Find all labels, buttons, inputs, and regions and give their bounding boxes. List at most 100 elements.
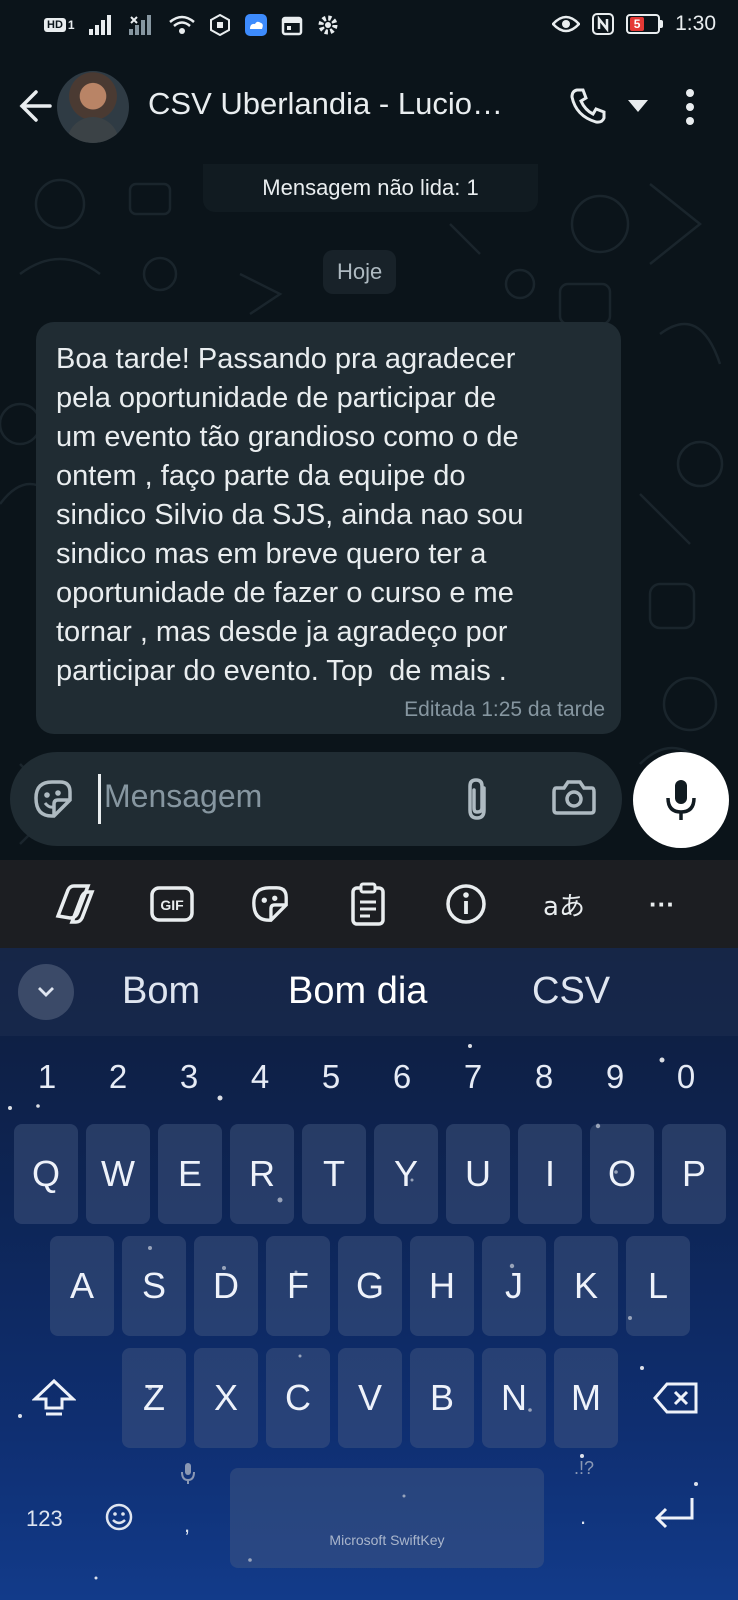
key-m[interactable]: M (554, 1348, 618, 1448)
translate-icon[interactable]: aあ (540, 882, 588, 926)
key-a[interactable]: A (50, 1236, 114, 1336)
phone-icon[interactable] (568, 86, 608, 126)
key-5[interactable]: 5 (311, 1058, 351, 1096)
more-vertical-icon[interactable] (684, 88, 696, 126)
nfc-icon (592, 13, 615, 35)
attach-icon[interactable] (462, 776, 492, 822)
gif-label: GIF (160, 897, 184, 913)
message-bubble[interactable]: Boa tarde! Passando pra agradecer pela o… (36, 322, 621, 734)
message-input-bar[interactable]: Mensagem (10, 752, 622, 846)
chat-header: CSV Uberlandia - Lucio… (0, 52, 738, 164)
key-o[interactable]: O (590, 1124, 654, 1224)
voice-hint-icon (181, 1463, 195, 1484)
key-0[interactable]: 0 (666, 1058, 706, 1096)
text-cursor (98, 774, 101, 824)
key-c[interactable]: C (266, 1348, 330, 1448)
key-z[interactable]: Z (122, 1348, 186, 1448)
key-123[interactable]: 123 (26, 1506, 63, 1532)
key-period[interactable]: . (580, 1504, 586, 1530)
gif-icon[interactable]: GIF (148, 882, 196, 926)
key-comma[interactable]: , (184, 1512, 190, 1538)
shift-icon (32, 1378, 76, 1416)
key-v[interactable]: V (338, 1348, 402, 1448)
suggestion-bar: Bom Bom dia CSV (0, 948, 738, 1036)
key-k[interactable]: K (554, 1236, 618, 1336)
key-p[interactable]: P (662, 1124, 726, 1224)
cloud-icon (244, 14, 267, 36)
key-4[interactable]: 4 (240, 1058, 280, 1096)
key-6[interactable]: 6 (382, 1058, 422, 1096)
more-horizontal-icon[interactable]: ··· (638, 882, 686, 926)
message-meta: Editada 1:25 da tarde (404, 698, 605, 721)
clock: 1:30 (675, 12, 716, 35)
message-text: Boa tarde! Passando pra agradecer pela o… (56, 343, 524, 687)
key-8[interactable]: 8 (524, 1058, 564, 1096)
camera-icon[interactable] (552, 778, 596, 816)
hd-badge: HD 1 (44, 18, 75, 32)
clipboard-icon[interactable] (344, 882, 392, 926)
copilot-icon[interactable] (50, 882, 98, 926)
shield-icon (209, 14, 230, 36)
suggestion-2[interactable]: Bom dia (288, 970, 427, 1013)
shift-key[interactable] (22, 1348, 86, 1448)
status-right: 5 1:30 (552, 12, 716, 36)
battery-icon: 5 (626, 14, 664, 34)
key-7[interactable]: 7 (453, 1058, 493, 1096)
key-s[interactable]: S (122, 1236, 186, 1336)
calendar-icon (281, 16, 302, 36)
date-chip: Hoje (323, 250, 397, 294)
suggestion-3[interactable]: CSV (532, 970, 610, 1013)
key-2[interactable]: 2 (98, 1058, 138, 1096)
key-d[interactable]: D (194, 1236, 258, 1336)
collapse-button[interactable] (18, 964, 74, 1020)
eye-icon (552, 15, 581, 33)
key-n[interactable]: N (482, 1348, 546, 1448)
key-i[interactable]: I (518, 1124, 582, 1224)
backspace-key[interactable] (644, 1348, 708, 1448)
signal-no-service-icon (128, 15, 151, 35)
key-f[interactable]: F (266, 1236, 330, 1336)
keyboard: Bom Bom dia CSV 1 2 3 4 5 6 7 8 9 0 Q W … (0, 948, 738, 1600)
key-r[interactable]: R (230, 1124, 294, 1224)
back-arrow-icon[interactable] (16, 88, 52, 124)
emoji-icon[interactable] (104, 1502, 134, 1532)
status-bar: HD 1 5 1:30 (0, 0, 738, 52)
sticker-icon[interactable] (32, 778, 74, 820)
wifi-icon (168, 15, 195, 34)
key-j[interactable]: J (482, 1236, 546, 1336)
bottom-row: 123 , Microsoft SwiftKey .!? . (0, 1458, 738, 1588)
chevron-down-icon (38, 987, 54, 997)
key-l[interactable]: L (626, 1236, 690, 1336)
key-y[interactable]: Y (374, 1124, 438, 1224)
hd-number: 1 (67, 18, 75, 32)
key-1[interactable]: 1 (27, 1058, 67, 1096)
key-e[interactable]: E (158, 1124, 222, 1224)
chat-title[interactable]: CSV Uberlandia - Lucio… (148, 86, 503, 122)
message-input[interactable]: Mensagem (104, 778, 262, 815)
key-3[interactable]: 3 (169, 1058, 209, 1096)
key-g[interactable]: G (338, 1236, 402, 1336)
more-label: ··· (649, 888, 675, 919)
key-b[interactable]: B (410, 1348, 474, 1448)
key-x[interactable]: X (194, 1348, 258, 1448)
hd-label: HD (44, 18, 66, 32)
unread-banner: Mensagem não lida: 1 (203, 164, 538, 212)
mic-icon (666, 780, 696, 820)
info-icon[interactable] (442, 882, 490, 926)
enter-icon[interactable] (652, 1496, 696, 1530)
key-w[interactable]: W (86, 1124, 150, 1224)
battery-level: 5 (630, 17, 645, 31)
space-key[interactable]: Microsoft SwiftKey (230, 1468, 544, 1568)
caret-down-icon[interactable] (628, 100, 648, 112)
signal-icon (88, 15, 111, 35)
key-9[interactable]: 9 (595, 1058, 635, 1096)
avatar[interactable] (57, 71, 129, 143)
sticker-keyboard-icon[interactable] (246, 882, 294, 926)
key-q[interactable]: Q (14, 1124, 78, 1224)
key-h[interactable]: H (410, 1236, 474, 1336)
chat-area[interactable]: Mensagem não lida: 1 Hoje Boa tarde! Pas… (0, 164, 738, 860)
key-u[interactable]: U (446, 1124, 510, 1224)
mic-button[interactable] (633, 752, 729, 848)
suggestion-1[interactable]: Bom (122, 970, 200, 1013)
key-t[interactable]: T (302, 1124, 366, 1224)
